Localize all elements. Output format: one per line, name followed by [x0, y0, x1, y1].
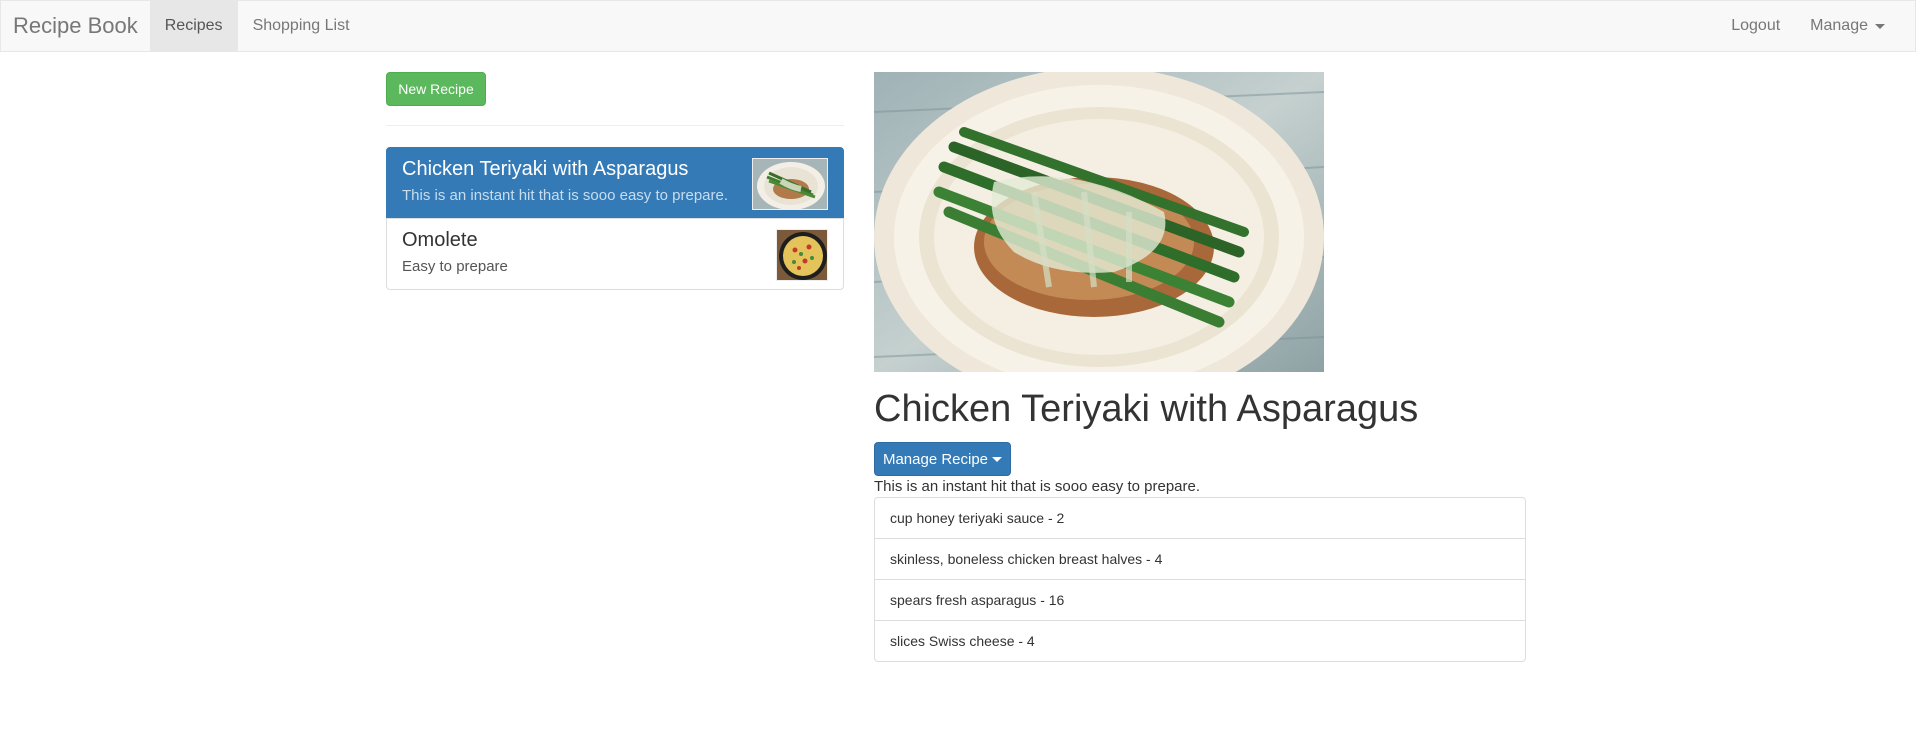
new-recipe-button[interactable]: New Recipe [386, 72, 486, 106]
brand-link[interactable]: Recipe Book [1, 1, 150, 51]
divider [386, 125, 844, 126]
navbar-right: Logout Manage [1716, 1, 1915, 51]
recipe-thumbnail [776, 229, 828, 281]
ingredient-item[interactable]: skinless, boneless chicken breast halves… [874, 538, 1526, 580]
manage-dropdown[interactable]: Manage [1795, 1, 1915, 51]
recipe-item-name: Omolete [402, 229, 478, 251]
recipe-item-description: Easy to prepare [402, 258, 508, 275]
caret-down-icon [1875, 23, 1885, 29]
ingredients-list: cup honey teriyaki sauce - 2 skinless, b… [874, 497, 1526, 662]
manage-recipe-label: Manage Recipe [882, 450, 989, 468]
recipe-list: Chicken Teriyaki with Asparagus This is … [386, 147, 844, 290]
ingredient-item[interactable]: cup honey teriyaki sauce - 2 [874, 497, 1526, 539]
manage-recipe-button[interactable]: Manage Recipe [874, 442, 1011, 476]
ingredient-item[interactable]: spears fresh asparagus - 16 [874, 579, 1526, 621]
manage-dropdown-label: Manage [1810, 17, 1868, 34]
recipe-item[interactable]: Omolete Easy to prepare [386, 218, 844, 290]
caret-down-icon [992, 456, 1003, 462]
top-navbar: Recipe Book Recipes Shopping List Logout… [0, 0, 1916, 52]
recipe-image [874, 72, 1324, 372]
recipe-thumbnail [752, 158, 828, 210]
recipe-item[interactable]: Chicken Teriyaki with Asparagus This is … [386, 147, 844, 219]
ingredient-item[interactable]: slices Swiss cheese - 4 [874, 620, 1526, 662]
nav-shopping-list[interactable]: Shopping List [238, 1, 365, 51]
nav-recipes[interactable]: Recipes [149, 1, 238, 51]
logout-link[interactable]: Logout [1716, 1, 1795, 51]
recipe-description: This is an instant hit that is sooo easy… [874, 478, 1201, 495]
recipe-title: Chicken Teriyaki with Asparagus [874, 388, 1419, 430]
